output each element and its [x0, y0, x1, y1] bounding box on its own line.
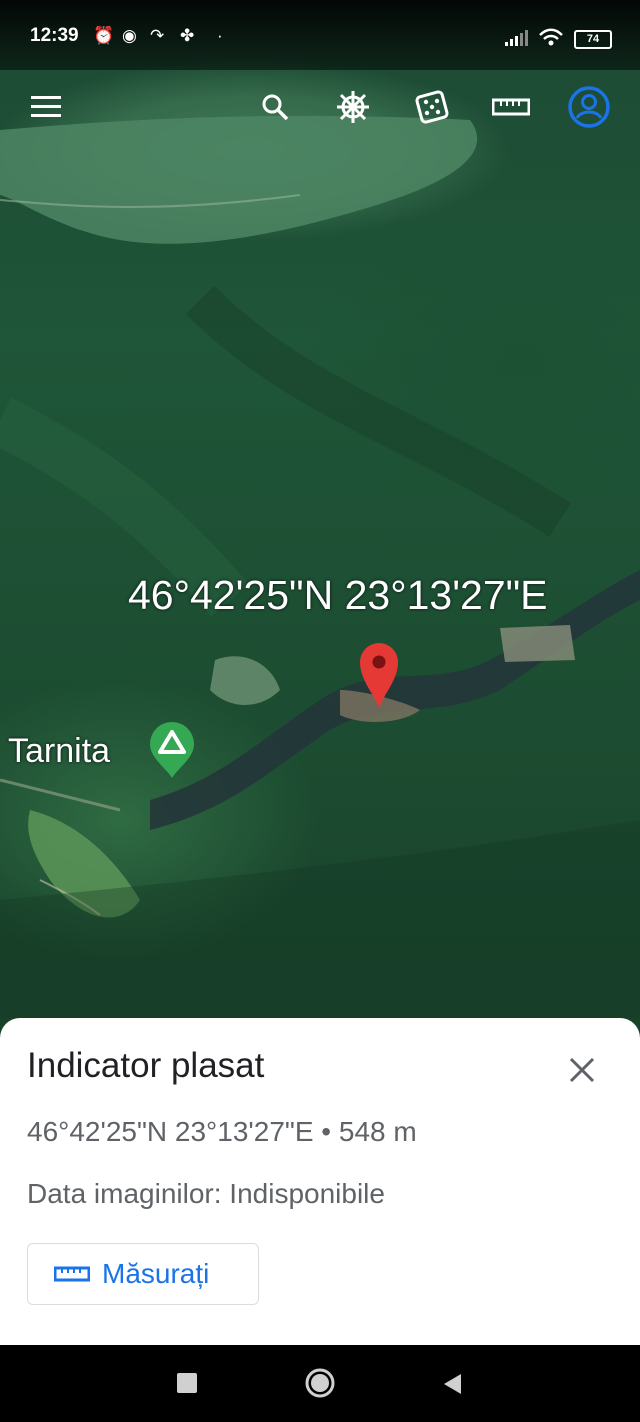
battery-icon: 74 [574, 30, 612, 49]
messenger-icon: ◉ [122, 26, 137, 45]
close-icon[interactable] [562, 1050, 602, 1090]
fan-icon: ✤ [180, 26, 195, 45]
account-icon[interactable] [567, 85, 611, 129]
dice-icon[interactable] [410, 85, 454, 129]
measure-button[interactable]: Măsurați [27, 1243, 259, 1305]
navigation-bar [0, 1345, 640, 1422]
status-bar: 12:39 ⏰ ◉ ↷ ✤ · 74 [0, 0, 640, 70]
home-icon[interactable] [304, 1367, 336, 1399]
wifi-icon [539, 28, 563, 46]
recents-icon[interactable] [177, 1373, 197, 1393]
place-label: Tarnita [8, 732, 111, 770]
sheet-coordinates: 46°42'25"N 23°13'27"E • 548 m [27, 1116, 417, 1147]
measure-button-label: Măsurați [102, 1258, 210, 1289]
sheet-title: Indicator plasat [27, 1046, 265, 1085]
signal-icon [505, 30, 528, 46]
imagery-date: Data imaginilor: Indisponibile [27, 1178, 385, 1209]
ruler-icon[interactable] [489, 85, 533, 129]
search-icon[interactable] [253, 85, 297, 129]
missed-call-icon: ↷ [150, 26, 165, 45]
status-time: 12:39 [30, 25, 79, 46]
placed-pin-icon[interactable] [357, 640, 401, 710]
campground-marker-icon[interactable] [148, 720, 196, 780]
voyager-wheel-icon[interactable] [331, 85, 375, 129]
alarm-icon: ⏰ [93, 26, 115, 45]
pin-coordinate-label: 46°42'25"N 23°13'27"E [128, 572, 548, 618]
ruler-icon [54, 1266, 90, 1282]
menu-icon[interactable] [24, 85, 68, 129]
more-notifications-icon: · [217, 26, 223, 45]
back-icon[interactable] [442, 1373, 462, 1395]
